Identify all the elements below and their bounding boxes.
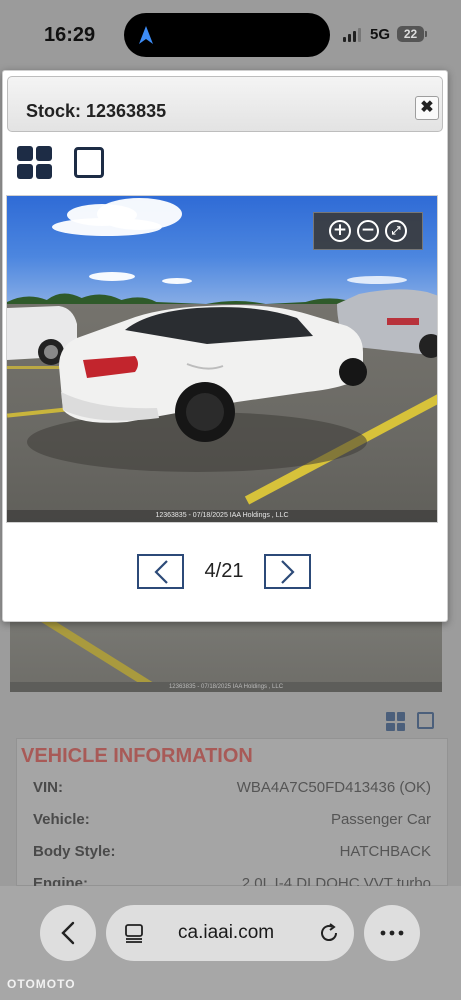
battery-indicator: 22 [397, 26, 424, 42]
photo-caption: 12363835 - 07/18/2025 IAA Holdings , LLC [7, 510, 437, 522]
vehicle-information-panel: VEHICLE INFORMATION VIN: WBA4A7C50FD4134… [16, 738, 448, 892]
url-text: ca.iaai.com [178, 922, 275, 943]
more-button[interactable] [364, 905, 420, 961]
chevron-right-icon [280, 559, 295, 584]
zoom-out-icon[interactable]: − [357, 220, 379, 242]
chevron-left-icon [153, 559, 168, 584]
signal-icon [343, 28, 361, 42]
status-time: 16:29 [44, 24, 96, 46]
reload-icon[interactable] [318, 922, 340, 944]
photo-pager: 4/21 [137, 554, 311, 589]
body-style-row: Body Style: HATCHBACK [33, 843, 431, 867]
body-style-label: Body Style: [33, 843, 116, 860]
vin-label: VIN: [33, 779, 63, 796]
photo-counter: 4/21 [204, 560, 244, 582]
grid-view-icon[interactable] [386, 712, 405, 731]
fullscreen-icon[interactable]: ⤢ [385, 220, 407, 242]
body-style-value: HATCHBACK [339, 843, 431, 860]
battery-tip [425, 31, 427, 37]
view-toggle [17, 146, 104, 179]
vin-row: VIN: WBA4A7C50FD413436 (OK) [33, 779, 431, 803]
vehicle-photo[interactable]: + − ⤢ 12363835 - 07/18/2025 IAA Holdings… [6, 195, 438, 523]
background-view-toggle [386, 712, 434, 731]
dynamic-island [124, 13, 330, 57]
previous-photo-button[interactable] [137, 554, 184, 589]
zoom-controls: + − ⤢ [313, 212, 423, 250]
vehicle-row: Vehicle: Passenger Car [33, 811, 431, 835]
zoom-in-icon[interactable]: + [329, 220, 351, 242]
close-button[interactable]: ✖ [415, 96, 439, 120]
vehicle-value: Passenger Car [330, 811, 431, 828]
tabs-icon[interactable] [124, 923, 144, 943]
status-bar: 16:29 5G 22 [0, 0, 461, 70]
vin-value: WBA4A7C50FD413436 (OK) [236, 779, 431, 796]
back-button[interactable] [40, 905, 96, 961]
grid-view-icon[interactable] [17, 146, 52, 179]
modal-title: Stock: 12363835 [26, 101, 167, 121]
more-icon [380, 930, 404, 936]
modal-header: Stock: 12363835 ✖ [7, 76, 443, 132]
watermark: OTOMOTO [7, 977, 76, 991]
single-view-icon[interactable] [417, 712, 434, 729]
back-icon [61, 921, 75, 945]
background-photo-caption: 12363835 - 07/18/2025 IAA Holdings , LLC [10, 682, 442, 692]
address-bar[interactable]: ca.iaai.com [106, 905, 354, 961]
vehicle-label: Vehicle: [33, 811, 90, 828]
navigation-arrow-icon [139, 26, 153, 44]
vehicle-information-title: VEHICLE INFORMATION [21, 745, 253, 767]
photo-viewer-modal: Stock: 12363835 ✖ + − ⤢ 12363835 - 07/18… [2, 70, 448, 622]
single-view-icon[interactable] [74, 147, 104, 178]
network-type: 5G [370, 26, 391, 43]
next-photo-button[interactable] [264, 554, 311, 589]
